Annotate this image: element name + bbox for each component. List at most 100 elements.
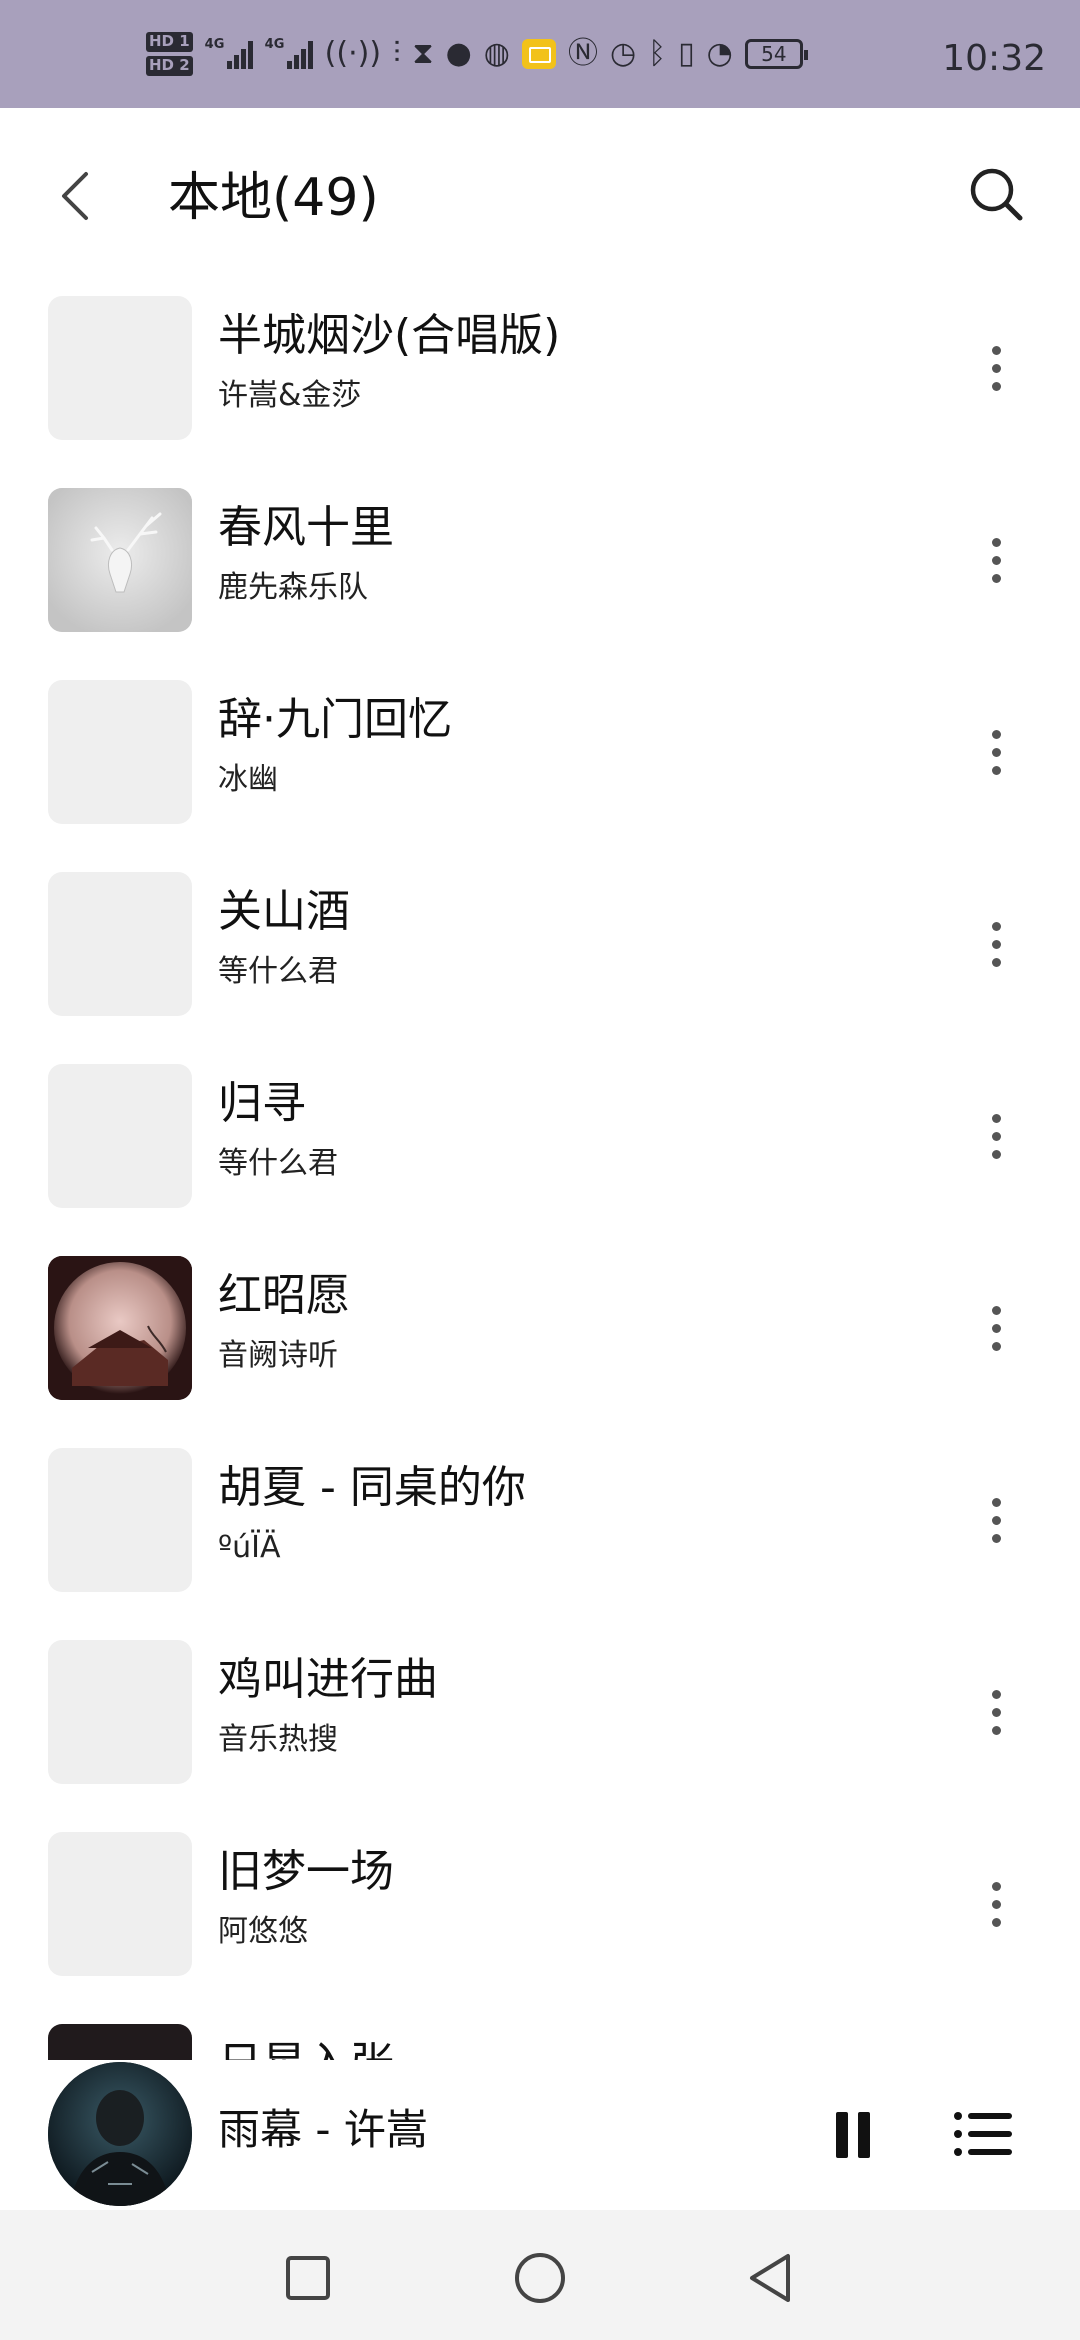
signal-2-icon: 4G — [265, 37, 313, 69]
sim1-label: HD 1 — [146, 32, 193, 52]
song-row[interactable]: 旧梦一场 阿悠悠 — [0, 1814, 1080, 2006]
song-artist: 音阙诗听 — [218, 1338, 338, 1373]
song-artist: 阿悠悠 — [218, 1914, 308, 1949]
song-artist: 等什么君 — [218, 1146, 338, 1181]
header: 本地(49) — [0, 108, 1080, 278]
song-title: 半城烟沙(合唱版) — [218, 310, 561, 361]
album-cover — [48, 488, 192, 632]
status-time: 10:32 — [942, 38, 1046, 79]
song-title: 辞·九门回忆 — [218, 694, 452, 745]
song-row[interactable]: 归寻 等什么君 — [0, 1046, 1080, 1238]
album-cover — [48, 1640, 192, 1784]
search-button[interactable] — [966, 164, 1026, 224]
system-nav-bar — [0, 2210, 1080, 2340]
more-vertical-icon — [991, 1497, 1001, 1507]
song-artist: 等什么君 — [218, 954, 338, 989]
song-row[interactable]: 红昭愿 音阙诗听 — [0, 1238, 1080, 1430]
more-vertical-icon — [991, 1113, 1001, 1123]
song-artist: 鹿先森乐队 — [218, 570, 368, 605]
song-title: 红昭愿 — [218, 1270, 350, 1321]
album-cover — [48, 680, 192, 824]
album-cover — [48, 296, 192, 440]
recents-button[interactable] — [278, 2248, 338, 2308]
more-vertical-icon — [991, 1305, 1001, 1315]
signal-1-icon: 4G — [205, 37, 253, 69]
song-artist: 许嵩&金莎 — [218, 378, 362, 413]
more-options-button[interactable] — [978, 522, 1014, 598]
song-row[interactable]: 胡夏 - 同桌的你 ºúÏÄ — [0, 1430, 1080, 1622]
triangle-back-icon — [750, 2254, 790, 2302]
more-options-button[interactable] — [978, 1290, 1014, 1366]
sim2-label: HD 2 — [146, 56, 193, 76]
status-icons: HD 1 HD 2 4G 4G ((·)) ⫶ ⧗ ● ◍ Ⓝ ◷ ᛒ ▯ ◔ … — [146, 28, 808, 80]
mail-icon — [521, 39, 556, 69]
pause-button[interactable] — [832, 2100, 876, 2170]
now-playing-cover[interactable] — [48, 2062, 192, 2206]
square-icon — [286, 2256, 330, 2300]
more-vertical-icon — [991, 345, 1001, 355]
album-cover — [48, 1064, 192, 1208]
hourglass-icon: ⧗ — [412, 36, 434, 71]
more-vertical-icon — [991, 729, 1001, 739]
bluetooth-icon: ᛒ — [648, 36, 667, 71]
song-title: 关山酒 — [218, 886, 350, 937]
song-title: 旧梦一场 — [218, 1846, 394, 1897]
battery-icon: 54 — [744, 39, 808, 69]
song-title: 春风十里 — [218, 502, 394, 553]
now-playing-title: 雨幕 - 许嵩 — [218, 2105, 428, 2154]
song-row[interactable]: 日星入张 — [0, 2006, 1080, 2060]
message-icon: ● — [445, 36, 472, 71]
deer-head-art-icon — [48, 488, 192, 632]
song-row[interactable]: 关山酒 等什么君 — [0, 854, 1080, 1046]
more-vertical-icon — [991, 1689, 1001, 1699]
playlist-button[interactable] — [952, 2104, 1016, 2164]
status-bar: HD 1 HD 2 4G 4G ((·)) ⫶ ⧗ ● ◍ Ⓝ ◷ ᛒ ▯ ◔ … — [0, 0, 1080, 108]
playlist-icon — [954, 2112, 1012, 2156]
browser-icon: ◍ — [483, 36, 510, 71]
more-vertical-icon — [991, 537, 1001, 547]
song-title: 归寻 — [218, 1078, 306, 1129]
more-options-button[interactable] — [978, 714, 1014, 790]
album-cover — [48, 1832, 192, 1976]
song-row[interactable]: 辞·九门回忆 冰幽 — [0, 662, 1080, 854]
speed-icon: ◔ — [706, 36, 733, 71]
song-row[interactable]: 鸡叫进行曲 音乐热搜 — [0, 1622, 1080, 1814]
chevron-left-icon — [62, 172, 88, 220]
more-options-button[interactable] — [978, 1866, 1014, 1942]
singer-portrait-icon — [48, 2062, 192, 2206]
song-title: 胡夏 - 同桌的你 — [218, 1462, 526, 1513]
more-vertical-icon — [991, 921, 1001, 931]
more-options-button[interactable] — [978, 1098, 1014, 1174]
more-options-button[interactable] — [978, 1674, 1014, 1750]
song-row[interactable]: 半城烟沙(合唱版) 许嵩&金莎 — [0, 278, 1080, 470]
circle-icon — [515, 2253, 565, 2303]
album-cover — [48, 2024, 192, 2060]
song-artist: 音乐热搜 — [218, 1722, 338, 1757]
song-list[interactable]: 半城烟沙(合唱版) 许嵩&金莎 春风十里 鹿先森乐队 辞·九门回忆 冰幽 关山酒… — [0, 278, 1080, 2060]
song-title: 鸡叫进行曲 — [218, 1654, 438, 1705]
album-cover — [48, 1448, 192, 1592]
album-cover — [48, 1256, 192, 1400]
alarm-icon: ◷ — [609, 36, 637, 71]
more-vertical-icon — [991, 1881, 1001, 1891]
home-button[interactable] — [510, 2248, 570, 2308]
back-button[interactable] — [52, 160, 102, 230]
vibrate-icon: ▯ — [678, 36, 695, 71]
album-cover — [48, 872, 192, 1016]
nav-back-button[interactable] — [742, 2248, 802, 2308]
more-options-button[interactable] — [978, 330, 1014, 406]
sim-indicators: HD 1 HD 2 — [146, 32, 193, 76]
song-row[interactable]: 春风十里 鹿先森乐队 — [0, 470, 1080, 662]
search-icon — [970, 168, 1023, 221]
page-title: 本地(49) — [168, 168, 379, 228]
hotspot-icon: ((·)) — [324, 36, 382, 71]
more-options-button[interactable] — [978, 1482, 1014, 1558]
nfc-icon: Ⓝ — [567, 36, 598, 71]
now-playing-bar[interactable]: 雨幕 - 许嵩 — [0, 2060, 1080, 2210]
pause-icon — [836, 2112, 870, 2158]
data-activity-icon: ⫶ — [393, 36, 401, 71]
more-options-button[interactable] — [978, 906, 1014, 982]
song-artist: ºúÏÄ — [218, 1530, 281, 1565]
pavilion-art-icon — [48, 1256, 192, 1400]
song-title: 日星入张 — [218, 2036, 394, 2060]
